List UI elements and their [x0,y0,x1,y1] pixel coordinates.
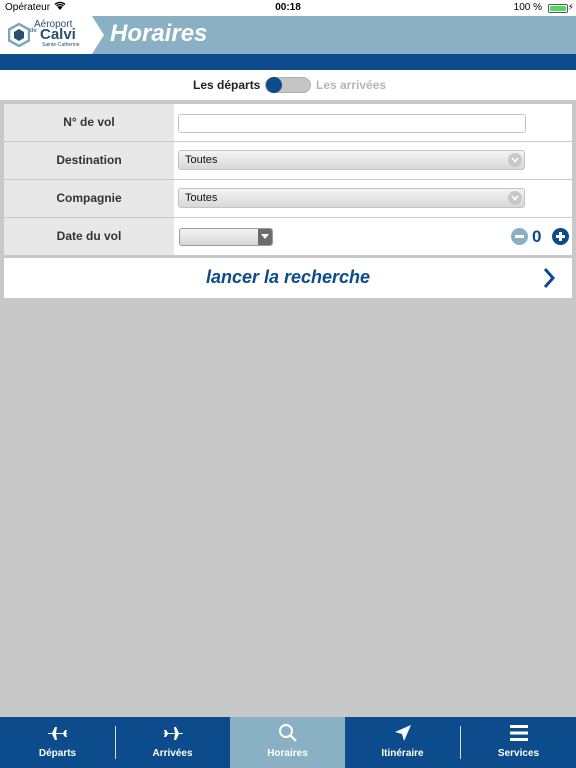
switch-knob[interactable] [266,77,282,93]
chevron-right-icon [543,268,556,288]
tab-label: Itinéraire [381,748,424,759]
page-title: Horaires [110,20,208,47]
dropdown-arrow-icon [258,229,272,245]
company-value: Toutes [185,192,218,204]
menu-icon [461,723,576,745]
status-bar: Opérateur 00:18 100 % ⚡ [0,0,576,16]
flight-number-label: N° de vol [4,104,174,141]
flight-date-select[interactable] [179,228,273,246]
search-form: N° de vol Destination Toutes Compagnie T… [4,104,572,298]
tab-itinerary[interactable]: Itinéraire [345,717,460,768]
plane-arrival-icon [115,723,230,745]
tab-label: Horaires [267,748,308,759]
departures-toggle-label[interactable]: Les départs [193,78,260,92]
chevron-down-icon [508,191,522,205]
tab-arrivals[interactable]: Arrivées [115,717,230,768]
search-button[interactable]: lancer la recherche [4,258,572,298]
tab-label: Départs [38,748,77,759]
battery-icon [548,4,568,13]
search-icon [230,723,345,745]
company-label: Compagnie [4,180,174,217]
search-button-label: lancer la recherche [205,267,371,287]
tab-schedules[interactable]: Horaires [230,717,345,768]
chevron-down-icon [508,153,522,167]
logo-text-calvi: Calvi [40,26,76,43]
plane-departure-icon [0,723,115,745]
date-increment-button[interactable] [552,228,569,245]
hexagon-logo-icon [8,23,30,47]
direction-toggle-row: Les départs Les arrivées [0,70,576,100]
direction-switch[interactable] [265,77,311,93]
header-band [0,54,576,70]
destination-select[interactable]: Toutes [178,150,525,170]
flight-number-row: N° de vol [4,104,572,141]
arrivals-toggle-label[interactable]: Les arrivées [316,78,386,92]
navigation-arrow-icon [345,723,460,745]
destination-value: Toutes [185,154,218,166]
charging-icon: ⚡ [567,2,574,12]
company-row: Compagnie Toutes [4,180,572,217]
tab-services[interactable]: Services [461,717,576,768]
app-header: Aéroport de Calvi Sainte-Catherine Horai… [0,16,576,54]
logo-text-sainte-catherine: Sainte-Catherine [42,42,80,48]
tab-label: Services [497,748,540,759]
clock: 00:18 [275,2,301,13]
destination-row: Destination Toutes [4,142,572,179]
date-decrement-button[interactable] [511,228,528,245]
tab-bar: Départs Arrivées Horaires Itinéraire Ser… [0,717,576,768]
battery-percentage: 100 % [513,2,542,13]
tab-departures[interactable]: Départs [0,717,115,768]
logo-text-de: de [30,28,37,34]
destination-label: Destination [4,142,174,179]
company-select[interactable]: Toutes [178,188,525,208]
flight-number-input[interactable] [178,114,526,133]
airport-logo: Aéroport de Calvi Sainte-Catherine [0,16,104,54]
tab-label: Arrivées [152,748,193,759]
date-offset-value: 0 [532,227,542,246]
flight-date-label: Date du vol [4,218,174,255]
flight-date-row: Date du vol 0 [4,218,572,255]
